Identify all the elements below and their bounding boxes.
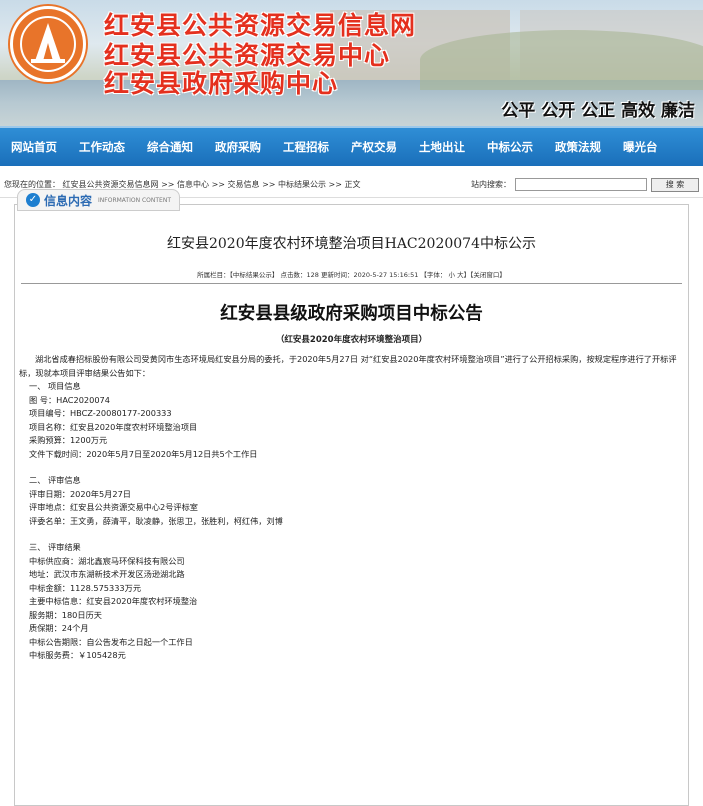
announcement-subtitle: （红安县2020年度农村环境整治项目）	[275, 335, 428, 345]
nav-land-transfer[interactable]: 土地出让	[408, 139, 476, 155]
font-small-link[interactable]: 小	[449, 271, 456, 279]
nav-engineering-bids[interactable]: 工程招标	[272, 139, 340, 155]
body-line: 地址：武汉市东湖新技术开发区汤逊湖北路	[29, 569, 185, 579]
nav-work-news[interactable]: 工作动态	[68, 139, 136, 155]
site-banner: 红安县公共资源交易信息网 红安县公共资源交易中心 红安县政府采购中心 公平 公开…	[0, 0, 703, 126]
meta-info: 所属栏目：【中标结果公示】 点击数：128 更新时间：2020-5-27 15:…	[197, 271, 449, 279]
body-line: 二、 评审信息	[29, 475, 81, 485]
close-window-link[interactable]: 】【关闭窗口】	[464, 271, 506, 279]
nav-award-notices[interactable]: 中标公示	[476, 139, 544, 155]
body-line: 质保期：24个月	[29, 623, 89, 633]
article-meta: 所属栏目：【中标结果公示】 点击数：128 更新时间：2020-5-27 15:…	[15, 269, 688, 279]
nav-gov-procurement[interactable]: 政府采购	[204, 139, 272, 155]
body-line: 中标供应商：湖北鑫宸马环保科技有限公司	[29, 555, 185, 566]
announcement-title: 红安县县级政府采购项目中标公告	[220, 304, 483, 324]
tab-subtitle: INFORMATION CONTENT	[98, 196, 171, 204]
check-icon: ✓	[26, 193, 40, 207]
tab-label: 信息内容	[44, 193, 93, 208]
main-nav: 网站首页 工作动态 综合通知 政府采购 工程招标 产权交易 土地出让 中标公示 …	[0, 126, 703, 166]
body-line: 评审日期：2020年5月27日	[29, 488, 131, 499]
body-line: 项目名称：红安县2020年度农村环境整治项目	[29, 421, 198, 432]
article-title: 红安县2020年度农村环境整治项目HAC2020074中标公示	[166, 236, 536, 252]
body-line: 文件下载时间：2020年5月7日至2020年5月12日共5个工作日	[29, 448, 258, 459]
search-label: 站内搜索：	[471, 180, 511, 189]
nav-home[interactable]: 网站首页	[0, 139, 68, 155]
body-line: 采购预算：1200万元	[29, 435, 108, 445]
body-line: 主要中标信息：红安县2020年度农村环境整治	[29, 596, 198, 606]
site-logo	[10, 6, 86, 82]
body-line: 评委名单：王文勇，薛清平，耿凌静，张思卫，张胜利，柯红伟，刘博	[29, 515, 283, 526]
nav-property-trade[interactable]: 产权交易	[340, 139, 408, 155]
nav-policies[interactable]: 政策法规	[544, 139, 612, 155]
announcement-body: 湖北省成春招标股份有限公司受黄冈市生态环境局红安县分局的委托，于2020年5月2…	[15, 353, 688, 663]
banner-slogan: 公平 公开 公正 高效 廉洁	[501, 101, 695, 121]
body-line: 评审地点：红安县公共资源交易中心2号评标室	[29, 502, 198, 512]
body-line: 服务期：180日历天	[29, 609, 102, 620]
announcement-intro: 湖北省成春招标股份有限公司受黄冈市生态环境局红安县分局的委托，于2020年5月2…	[19, 354, 677, 378]
body-line: 中标金额：1128.575333万元	[29, 582, 142, 593]
divider	[21, 283, 682, 284]
body-line: 项目编号：HBCZ-20080177-200333	[29, 408, 172, 418]
search-input[interactable]	[515, 178, 647, 191]
body-line: 图 号：HAC2020074	[29, 394, 110, 405]
info-tab: ✓ 信息内容 INFORMATION CONTENT	[17, 189, 180, 211]
nav-exposure[interactable]: 曝光台	[612, 139, 669, 155]
banner-hill	[420, 30, 703, 90]
nav-notices[interactable]: 综合通知	[136, 139, 204, 155]
body-line: 三、 评审结果	[29, 542, 81, 552]
content-panel: ✓ 信息内容 INFORMATION CONTENT 红安县2020年度农村环境…	[14, 189, 689, 806]
search-button[interactable]: 搜 索	[651, 177, 699, 192]
body-line: 中标服务费：￥105428元	[29, 650, 126, 660]
banner-title-3: 红安县政府采购中心	[104, 69, 339, 98]
body-line: 一、 项目信息	[29, 381, 81, 391]
body-line: 中标公告期限：自公告发布之日起一个工作日	[29, 636, 193, 647]
